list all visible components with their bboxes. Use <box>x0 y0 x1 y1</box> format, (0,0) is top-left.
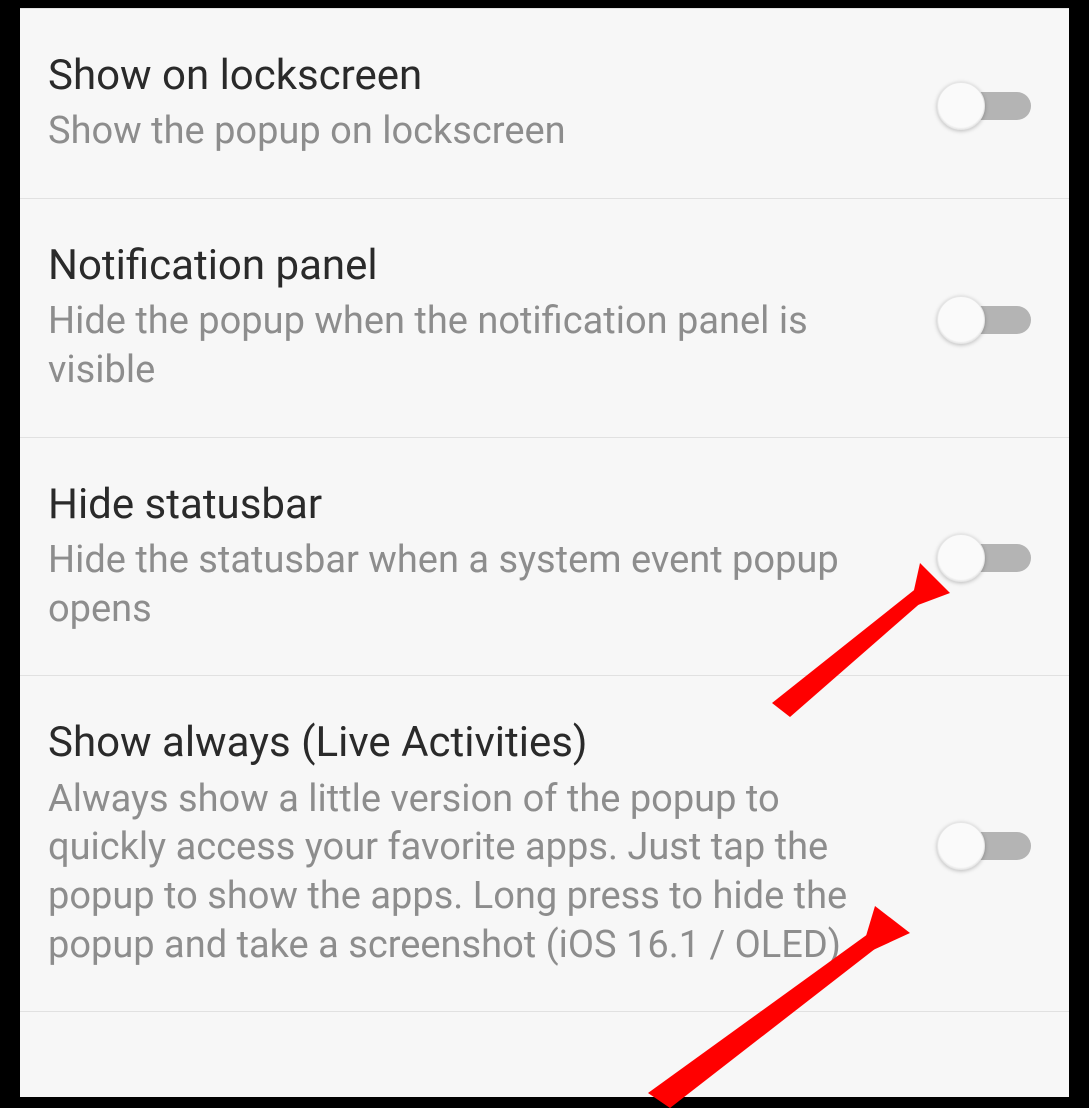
toggle-lockscreen[interactable] <box>943 84 1031 124</box>
setting-title: Notification panel <box>48 241 878 291</box>
toggle-show-always[interactable] <box>943 824 1031 864</box>
setting-row-lockscreen[interactable]: Show on lockscreen Show the popup on loc… <box>20 8 1069 199</box>
toggle-thumb <box>937 296 985 344</box>
annotation-arrow-icon <box>620 898 910 1108</box>
setting-text: Show on lockscreen Show the popup on loc… <box>48 51 878 156</box>
toggle-notification-panel[interactable] <box>943 298 1031 338</box>
setting-row-show-always[interactable]: Show always (Live Activities) Always sho… <box>20 676 1069 1012</box>
setting-title: Hide statusbar <box>48 480 878 530</box>
setting-text: Notification panel Hide the popup when t… <box>48 241 878 395</box>
annotation-arrow-icon <box>750 553 950 723</box>
setting-desc: Show the popup on lockscreen <box>48 107 878 156</box>
setting-desc: Hide the popup when the notification pan… <box>48 297 878 394</box>
toggle-hide-statusbar[interactable] <box>943 536 1031 576</box>
setting-title: Show on lockscreen <box>48 51 878 101</box>
setting-title: Show always (Live Activities) <box>48 718 878 768</box>
toggle-thumb <box>937 822 985 870</box>
toggle-thumb <box>937 82 985 130</box>
setting-row-notification-panel[interactable]: Notification panel Hide the popup when t… <box>20 199 1069 438</box>
